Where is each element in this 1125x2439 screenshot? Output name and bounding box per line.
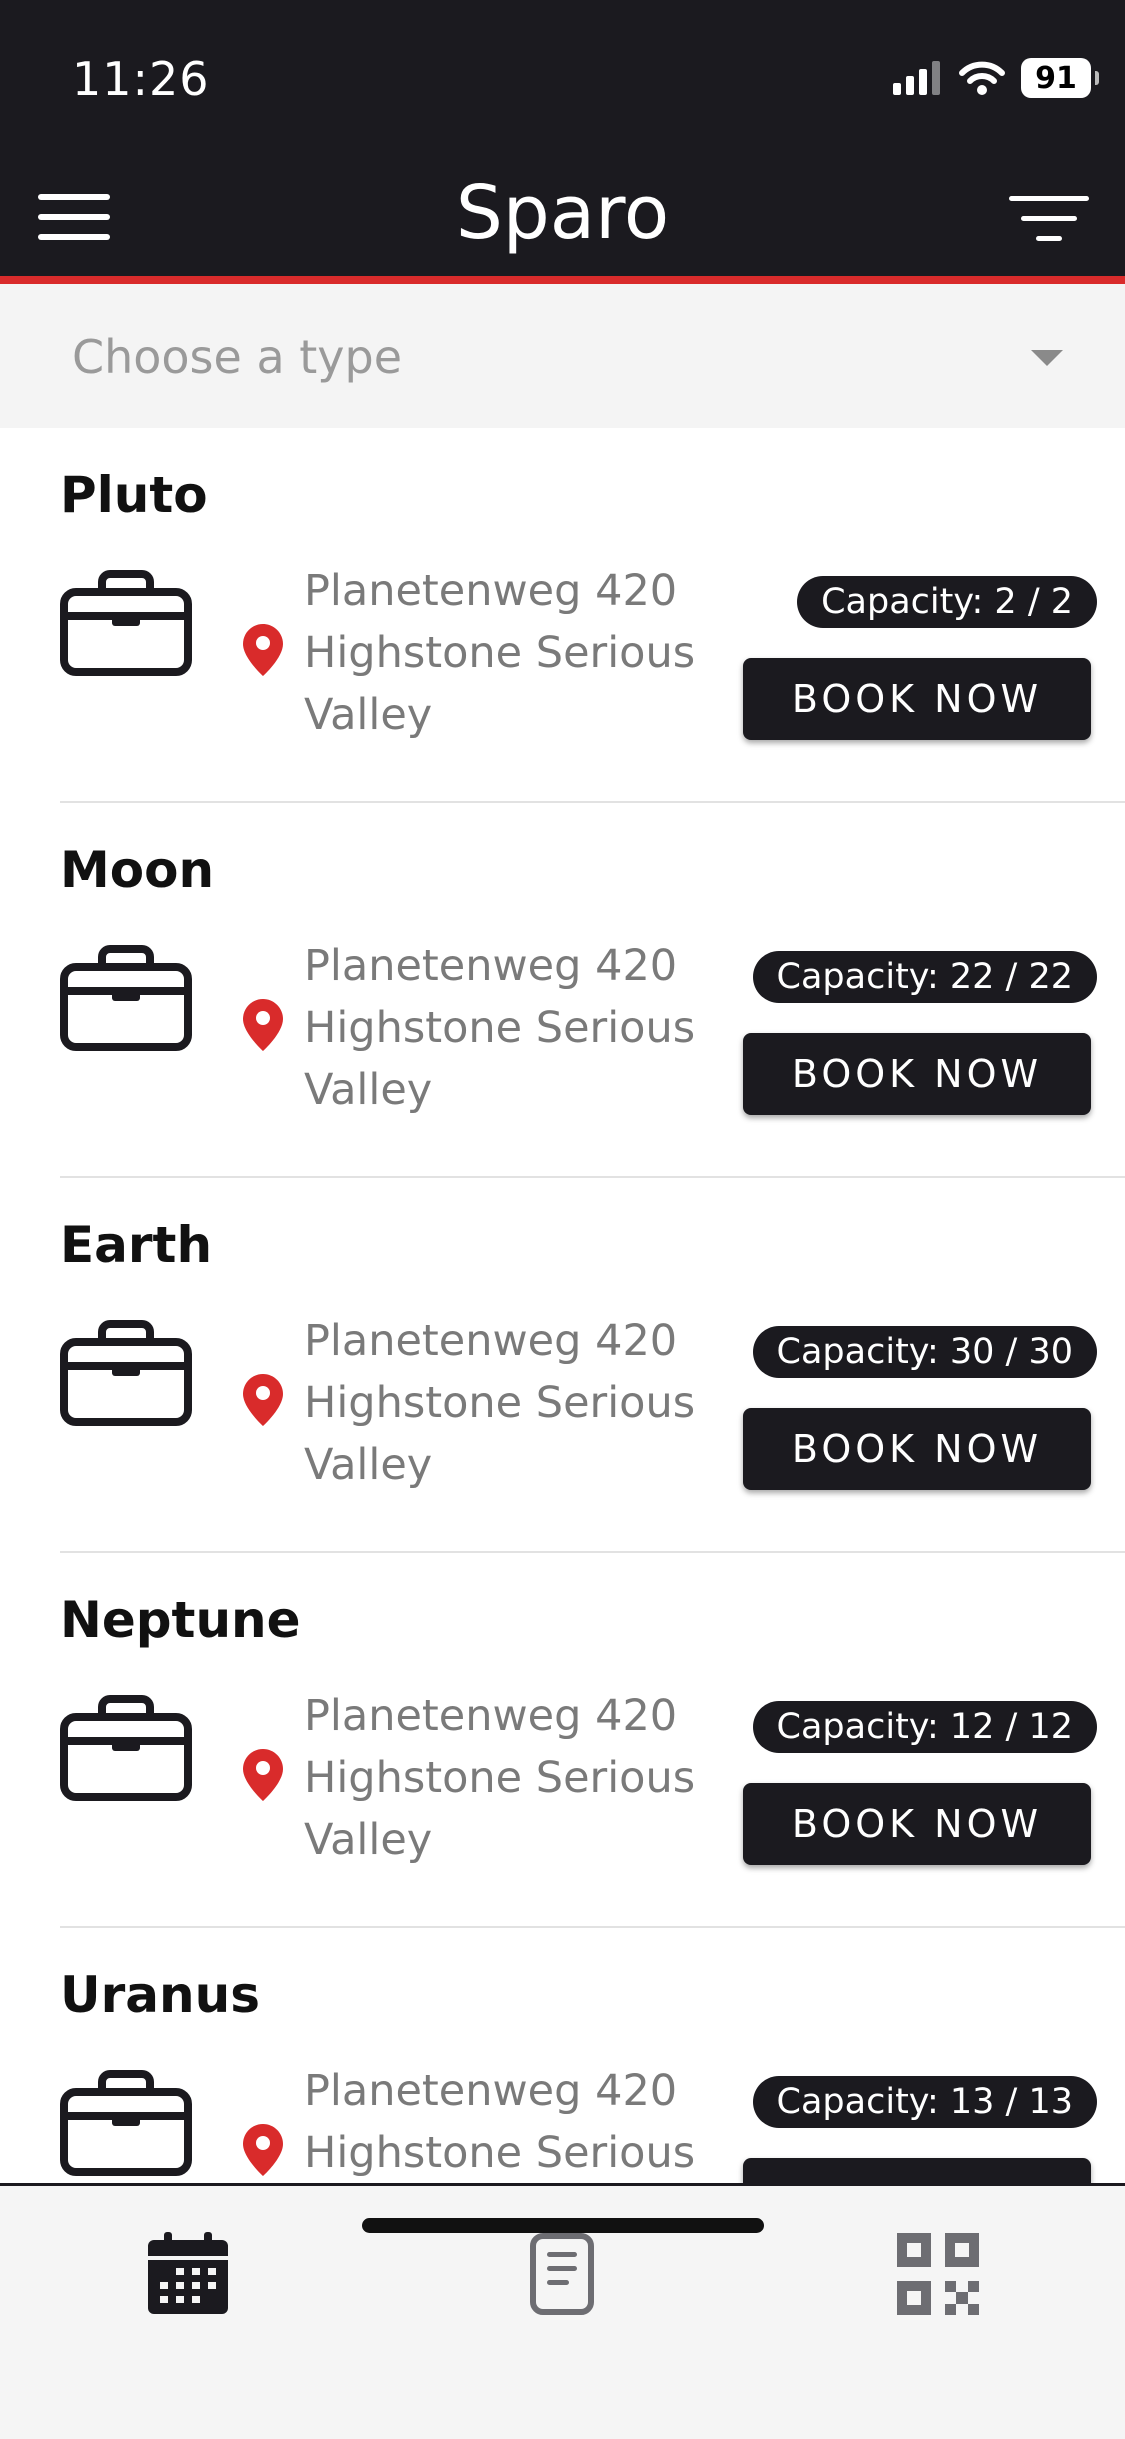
address-line-2: Highstone Serious Valley [304, 2128, 696, 2178]
cellular-signal-icon [893, 61, 940, 95]
list-item: Neptune Planetenweg 420 Highstone Seriou… [60, 1553, 1125, 1928]
capacity-badge: Capacity: 12 / 12 [752, 1701, 1097, 1753]
address-line-1: Planetenweg 420 [304, 2066, 678, 2116]
battery-indicator: 91 [1021, 58, 1099, 98]
address-line-1: Planetenweg 420 [304, 566, 678, 616]
location-pin-icon [243, 1749, 283, 1801]
status-icons: 91 [893, 58, 1099, 98]
calendar-icon [148, 2232, 228, 2314]
location-pin-icon [243, 1374, 283, 1426]
filter-icon[interactable] [1009, 192, 1089, 246]
tab-qr-code[interactable] [888, 2224, 988, 2324]
list-item: Pluto Planetenweg 420 Highstone Serious … [60, 428, 1125, 803]
item-title: Pluto [60, 466, 208, 524]
address-line-2: Highstone Serious Valley [304, 628, 696, 740]
item-address: Planetenweg 420 Highstone Serious Valley [304, 935, 724, 1121]
briefcase-icon [60, 1320, 192, 1426]
address-line-2: Highstone Serious Valley [304, 1003, 696, 1115]
document-icon [530, 2233, 594, 2315]
location-pin-icon [243, 624, 283, 676]
item-title: Earth [60, 1216, 213, 1274]
capacity-badge: Capacity: 22 / 22 [752, 951, 1097, 1003]
book-now-button[interactable]: BOOK NOW [743, 1408, 1091, 1490]
address-line-2: Highstone Serious Valley [304, 1753, 696, 1865]
address-line-2: Highstone Serious Valley [304, 1378, 696, 1490]
item-address: Planetenweg 420 Highstone Serious Valley [304, 2060, 724, 2183]
address-line-1: Planetenweg 420 [304, 941, 678, 991]
item-address: Planetenweg 420 Highstone Serious Valley [304, 1310, 724, 1496]
location-list: Pluto Planetenweg 420 Highstone Serious … [0, 428, 1125, 2183]
tab-calendar[interactable] [138, 2224, 238, 2324]
book-now-button[interactable]: BOOK NOW [743, 2158, 1091, 2183]
book-now-button[interactable]: BOOK NOW [743, 658, 1091, 740]
briefcase-icon [60, 570, 192, 676]
qr-code-icon [897, 2233, 979, 2315]
type-select-dropdown[interactable]: Choose a type [0, 284, 1125, 428]
status-time: 11:26 [72, 52, 210, 106]
briefcase-icon [60, 945, 192, 1051]
item-title: Uranus [60, 1966, 260, 2024]
item-title: Neptune [60, 1591, 301, 1649]
item-address: Planetenweg 420 Highstone Serious Valley [304, 560, 724, 746]
home-indicator [362, 2218, 764, 2233]
list-item: Uranus Planetenweg 420 Highstone Serious… [60, 1928, 1125, 2183]
location-pin-icon [243, 999, 283, 1051]
briefcase-icon [60, 1695, 192, 1801]
wifi-icon [959, 61, 1005, 95]
chevron-down-icon [1031, 350, 1063, 366]
book-now-button[interactable]: BOOK NOW [743, 1033, 1091, 1115]
capacity-badge: Capacity: 13 / 13 [752, 2076, 1097, 2128]
address-line-1: Planetenweg 420 [304, 1316, 678, 1366]
nav-bar: Sparo [0, 160, 1125, 284]
page-title: Sparo [455, 170, 670, 256]
address-line-1: Planetenweg 420 [304, 1691, 678, 1741]
location-pin-icon [243, 2124, 283, 2176]
item-title: Moon [60, 841, 215, 899]
item-address: Planetenweg 420 Highstone Serious Valley [304, 1685, 724, 1871]
list-item: Moon Planetenweg 420 Highstone Serious V… [60, 803, 1125, 1178]
tab-documents[interactable] [512, 2224, 612, 2324]
type-select-placeholder: Choose a type [72, 330, 403, 384]
status-bar: 11:26 91 [0, 0, 1125, 160]
briefcase-icon [60, 2070, 192, 2176]
list-item: Earth Planetenweg 420 Highstone Serious … [60, 1178, 1125, 1553]
book-now-button[interactable]: BOOK NOW [743, 1783, 1091, 1865]
capacity-badge: Capacity: 2 / 2 [797, 576, 1097, 628]
capacity-badge: Capacity: 30 / 30 [752, 1326, 1097, 1378]
